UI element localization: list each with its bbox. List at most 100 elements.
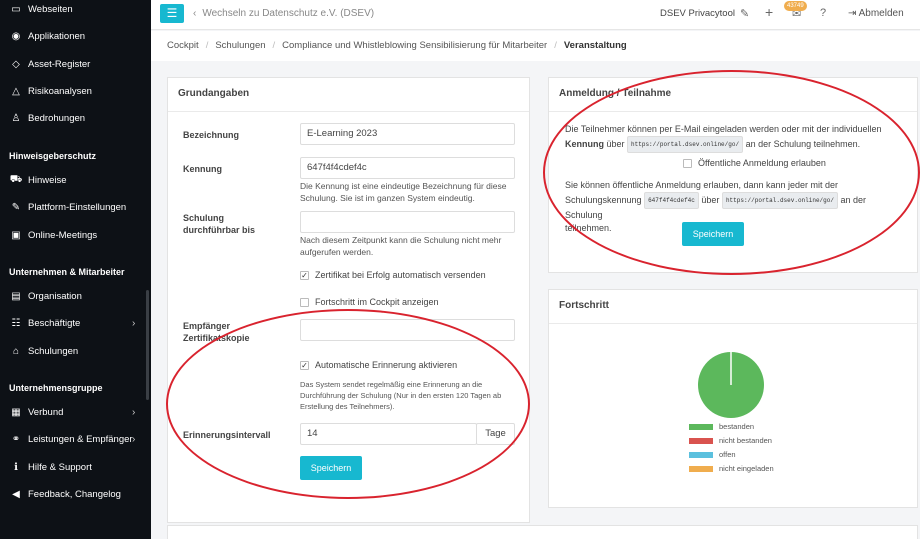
logout-label: Abmelden: [858, 8, 904, 19]
sidebar-section-unternehmensgruppe: Unternehmensgruppe: [9, 383, 103, 393]
sidebar-item-applikationen[interactable]: ◉ Applikationen: [10, 29, 85, 43]
sidebar-item-feedback[interactable]: ◀ Feedback, Changelog: [10, 487, 121, 501]
switch-organisation-link[interactable]: ‹ Wechseln zu Datenschutz e.V. (DSEV): [193, 8, 374, 19]
chevron-right-icon: ›: [132, 406, 136, 418]
annotation-oval-erinnerung: [166, 309, 530, 499]
warning-icon: △: [12, 85, 20, 97]
breadcrumb-schulungen[interactable]: Schulungen: [215, 40, 265, 51]
sidebar-item-hinweise[interactable]: ⛟ Hinweise: [10, 173, 67, 187]
sidebar-item-label: Feedback, Changelog: [28, 488, 121, 500]
fortschritt-card: Fortschritt bestanden nicht bestanden offe…: [548, 289, 918, 508]
sidebar-item-asset-register[interactable]: ◇ Asset-Register: [10, 57, 90, 71]
school-icon: ⌂: [12, 345, 20, 357]
legend-swatch: [689, 451, 713, 458]
chevron-right-icon: ›: [132, 433, 136, 445]
sidebar-item-label: Applikationen: [28, 30, 86, 42]
kennung-input[interactable]: 647f4f4cdef4c: [300, 157, 515, 179]
breadcrumb-schulung[interactable]: Compliance und Whistleblowing Sensibilis…: [282, 40, 547, 51]
sidebar-item-label: Online-Meetings: [28, 229, 98, 241]
sidebar-item-label: Asset-Register: [28, 58, 91, 70]
hamburger-icon: ☰: [166, 6, 178, 20]
checkbox-box: [300, 297, 309, 307]
legend-label: offen: [719, 450, 736, 459]
sidebar-section-hinweisgeberschutz: Hinweisgeberschutz: [9, 151, 97, 161]
briefcase-icon: ▦: [11, 406, 21, 418]
plus-icon[interactable]: +: [765, 4, 773, 20]
legend-label: bestanden: [719, 422, 755, 431]
legend-item[interactable]: bestanden: [689, 422, 754, 431]
users-icon: ☷: [11, 317, 21, 329]
megaphone-icon: ◀: [12, 488, 20, 500]
legend-swatch: [689, 465, 713, 472]
schulung-bis-input[interactable]: [300, 211, 515, 233]
sidebar: ▭ Webseiten ◉ Applikationen ◇ Asset-Registe…: [0, 0, 151, 539]
menu-toggle-button[interactable]: ☰: [160, 4, 184, 23]
progress-pie-chart: [698, 352, 764, 418]
annotation-oval-anmeldung: [543, 70, 920, 275]
sidebar-item-beschaeftigte[interactable]: ☷ Beschäftigte ›: [10, 316, 136, 330]
chevron-left-icon: ‹: [193, 8, 197, 19]
bezeichnung-label: Bezeichnung: [183, 130, 240, 140]
fortschritt-label: Fortschritt im Cockpit anzeigen: [315, 297, 439, 307]
sidebar-item-label: Risikoanalysen: [28, 85, 92, 97]
sidebar-item-label: Webseiten: [28, 3, 73, 15]
zertifikat-checkbox[interactable]: ✓ Zertifikat bei Erfolg automatisch verse…: [300, 270, 486, 280]
breadcrumb-bar: Cockpit / Schulungen / Compliance und Whis…: [151, 31, 920, 61]
help-icon[interactable]: ?: [820, 7, 826, 19]
tool-label: DSEV Privacytool: [660, 8, 735, 19]
sidebar-item-schulungen[interactable]: ⌂ Schulungen: [10, 344, 78, 358]
breadcrumb: Cockpit / Schulungen / Compliance und Whis…: [167, 40, 627, 51]
chevron-right-icon: ›: [132, 317, 136, 329]
legend-item[interactable]: nicht eingeladen: [689, 464, 774, 473]
logout-button[interactable]: ⇥ Abmelden: [848, 8, 904, 19]
logout-icon: ⇥: [848, 8, 857, 19]
sidebar-item-label: Plattform-Einstellungen: [28, 201, 127, 213]
schulung-label: Schulung durchführbar bis: [183, 213, 256, 235]
sidebar-item-leistungen[interactable]: ⚭ Leistungen & Empfänger ›: [10, 432, 136, 446]
diamond-icon: ◇: [12, 58, 20, 70]
sidebar-item-label: Organisation: [28, 290, 82, 302]
teilnehmer-card: [167, 525, 918, 539]
legend-swatch: [689, 423, 713, 430]
sidebar-item-label: Verbund: [28, 406, 64, 418]
building-icon: ▤: [11, 290, 21, 302]
sidebar-item-webseiten[interactable]: ▭ Webseiten: [10, 2, 73, 16]
sidebar-scrollbar[interactable]: [146, 290, 149, 400]
monitor-icon: ▭: [11, 3, 21, 15]
user-icon: ♙: [11, 112, 21, 124]
sidebar-item-risikoanalysen[interactable]: △ Risikoanalysen: [10, 84, 92, 98]
car-icon: ⛟: [9, 173, 23, 185]
legend-label: nicht eingeladen: [719, 464, 774, 473]
breadcrumb-current: Veranstaltung: [563, 40, 627, 51]
legend-swatch: [689, 437, 713, 444]
handshake-icon: ⚭: [11, 433, 21, 445]
sidebar-item-organisation[interactable]: ▤ Organisation: [10, 289, 82, 303]
legend-item[interactable]: nicht bestanden: [689, 436, 772, 445]
cd-icon: ◉: [11, 30, 21, 42]
bezeichnung-input[interactable]: E-Learning 2023: [300, 123, 515, 145]
schulung-help: Nach diesem Zeitpunkt kann die Schulung …: [300, 235, 502, 257]
breadcrumb-cockpit[interactable]: Cockpit: [167, 40, 199, 51]
edit-icon[interactable]: ✎: [740, 7, 749, 20]
legend-label: nicht bestanden: [719, 436, 772, 445]
fortschritt-checkbox[interactable]: Fortschritt im Cockpit anzeigen: [300, 297, 439, 307]
video-icon: ▣: [11, 229, 21, 241]
sidebar-item-label: Schulungen: [28, 345, 79, 357]
sidebar-item-label: Hilfe & Support: [28, 461, 92, 473]
sidebar-section-unternehmen: Unternehmen & Mitarbeiter: [9, 267, 125, 277]
check-icon: ✓: [300, 270, 309, 280]
fortschritt-title: Fortschritt: [559, 300, 609, 311]
legend-item[interactable]: offen: [689, 450, 736, 459]
sidebar-item-verbund[interactable]: ▦ Verbund ›: [10, 405, 135, 419]
grundangaben-title: Grundangaben: [178, 88, 250, 99]
sidebar-item-label: Hinweise: [28, 174, 67, 186]
switch-organisation-label: Wechseln zu Datenschutz e.V. (DSEV): [202, 8, 375, 19]
sidebar-item-bedrohungen[interactable]: ♙ Bedrohungen: [10, 111, 86, 125]
sidebar-item-hilfe[interactable]: ℹ Hilfe & Support: [10, 460, 92, 474]
sidebar-item-online-meetings[interactable]: ▣ Online-Meetings: [10, 228, 97, 242]
sidebar-item-plattform-einstellungen[interactable]: ✎ Plattform-Einstellungen: [10, 200, 126, 214]
sidebar-item-label: Beschäftigte: [28, 317, 81, 329]
kennung-label: Kennung: [183, 164, 222, 174]
sidebar-item-label: Bedrohungen: [28, 112, 86, 124]
zertifikat-label: Zertifikat bei Erfolg automatisch versen…: [315, 270, 486, 280]
